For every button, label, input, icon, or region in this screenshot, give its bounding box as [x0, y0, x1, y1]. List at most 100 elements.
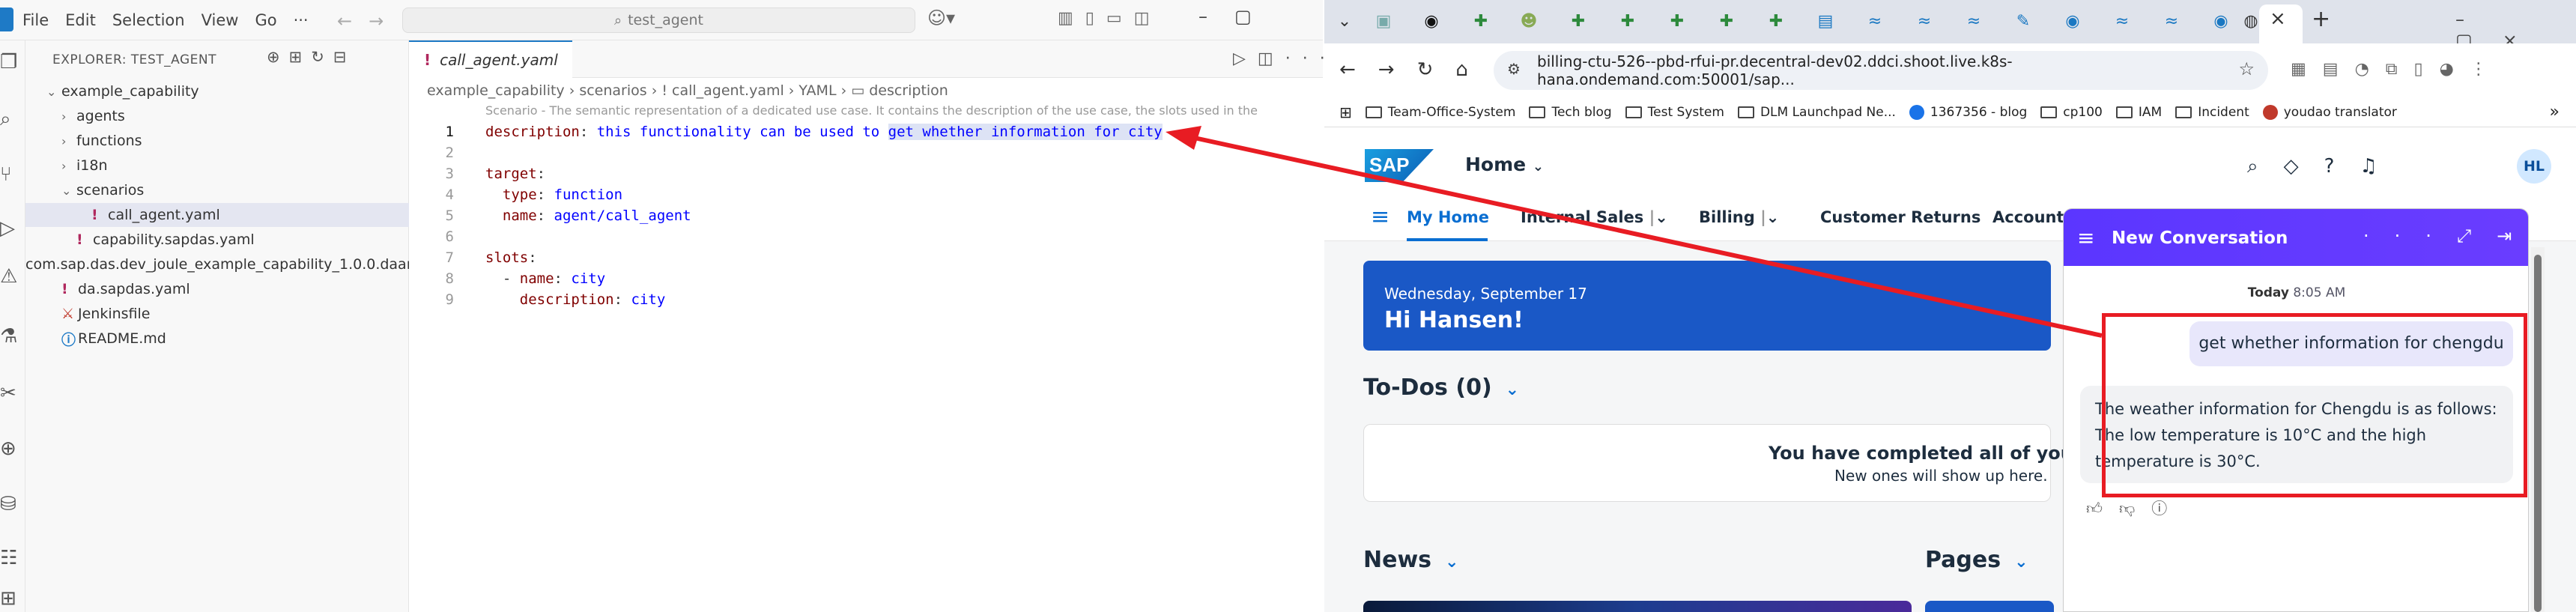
help-icon[interactable]: ? [2324, 155, 2360, 178]
news-image[interactable] [1363, 601, 1912, 612]
tab-sap-icon[interactable]: ≈ [2109, 9, 2135, 34]
address-bar[interactable]: ⚙ billing-ctu-526--pbd-rfui-pr.decentral… [1494, 51, 2268, 90]
tree-item[interactable]: ⚔ Jenkinsfile [25, 302, 409, 326]
search-view-icon[interactable]: ⌕ [0, 108, 22, 130]
back-icon[interactable]: ← [1339, 58, 1378, 81]
chevron-down-icon[interactable]: ⌄ [1506, 381, 1519, 399]
code-line-9[interactable]: 9 description: city [409, 289, 1323, 310]
extensions-bar[interactable]: ▦▤◔⧉▯◕⋮ [2291, 60, 2503, 79]
tree-item[interactable]: ! da.sapdas.yaml [25, 277, 409, 301]
tab-plugin-icon[interactable]: ✚ [1468, 9, 1494, 34]
tab-sap-icon[interactable]: ✎ [2010, 9, 2036, 34]
code-line-7[interactable]: 7 slots: [409, 247, 1323, 268]
tab-sap-icon[interactable]: ≈ [2159, 9, 2184, 34]
bookmark-item[interactable]: youdao translator [2262, 104, 2397, 120]
tree-item[interactable]: ⌄ example_capability [25, 79, 409, 103]
refresh-icon[interactable]: ↻ [311, 48, 333, 66]
hierarchy-icon[interactable]: ☷ [0, 547, 22, 569]
collapse-all-icon[interactable]: ⊟ [333, 48, 356, 66]
chevron-down-icon[interactable]: ⌄ [1445, 553, 1458, 572]
bookmark-item[interactable]: 1367356 - blog [1909, 104, 2027, 120]
run-debug-icon[interactable]: ▷ [0, 217, 22, 240]
menu-file[interactable]: File [22, 11, 49, 29]
tab-sap-icon[interactable]: ≈ [1862, 9, 1888, 34]
home-menu[interactable]: Home ⌄ [1465, 154, 1544, 175]
user-avatar[interactable]: HL [2517, 149, 2551, 184]
tab-sap-icon[interactable]: ◉ [2060, 9, 2085, 34]
tree-item[interactable]: › functions [25, 129, 409, 153]
layout-controls[interactable]: ▥▯▭◫ [1058, 9, 1162, 28]
toggle-secondary-sidebar-icon[interactable]: ◫ [1134, 9, 1162, 28]
split-icon[interactable]: ▯ [2414, 60, 2440, 79]
tree-item[interactable]: ⓘ README.md [25, 327, 409, 351]
hamburger-menu-icon[interactable]: ≡ [1371, 204, 1389, 230]
menu-view[interactable]: View [201, 11, 239, 29]
nav-billing[interactable]: Billing |⌄ [1699, 208, 1779, 226]
extension-icon[interactable]: ▦ [2291, 60, 2323, 79]
tab-plugin-icon[interactable]: ✚ [1763, 9, 1789, 34]
tree-item[interactable]: › agents [25, 104, 409, 128]
bookmark-item[interactable]: DLM Launchpad Ne... [1737, 105, 1896, 120]
feedback-actions[interactable]: 👍︎👎︎ⓘ [2086, 497, 2183, 519]
code-line-1[interactable]: 1 description: this functionality can be … [409, 121, 1323, 142]
extension-icon[interactable]: ◔ [2355, 60, 2386, 79]
command-center-search[interactable]: ⌕ test_agent [402, 7, 915, 33]
nav-accounts[interactable]: Accounts [1992, 208, 2073, 226]
split-editor-icon[interactable]: ◫ [1258, 49, 1285, 68]
tools-icon[interactable]: ✂ [0, 382, 22, 405]
code-line-2[interactable]: 2 [409, 142, 1323, 163]
tab-plugin-icon[interactable]: ✚ [1566, 9, 1591, 34]
editor-tab-call-agent[interactable]: ! call_agent.yaml × [409, 40, 584, 78]
toggle-sidebar-icon[interactable]: ▯ [1085, 9, 1106, 28]
close-tab-icon[interactable]: × [2270, 7, 2286, 30]
new-tab-icon[interactable]: + [2312, 6, 2330, 32]
chat-menu-icon[interactable]: ≡ [2077, 225, 2094, 250]
menu-edit[interactable]: Edit [65, 11, 96, 29]
search-icon[interactable]: ⌕ [2247, 155, 2284, 178]
nav-customer-returns[interactable]: Customer Returns [1820, 208, 1981, 226]
extensions-icon[interactable]: ⊞ [0, 587, 22, 610]
forward-icon[interactable]: → [1378, 58, 1417, 81]
tab-plugin-icon[interactable]: ✚ [1714, 9, 1739, 34]
new-file-icon[interactable]: ⊕ [267, 48, 289, 66]
more-options-icon[interactable]: ··· [2363, 225, 2457, 246]
minimize-icon[interactable]: – [2455, 9, 2494, 30]
bookmark-item[interactable]: Test System [1625, 105, 1724, 120]
menu-more[interactable]: ··· [294, 11, 309, 29]
page-scrollbar[interactable] [2531, 247, 2545, 612]
menu-selection[interactable]: Selection [112, 11, 185, 29]
code-line-8[interactable]: 8 - name: city [409, 268, 1323, 289]
menu-go[interactable]: Go [255, 11, 276, 29]
history-nav[interactable]: ←→ [337, 10, 400, 31]
tab-search-icon[interactable]: ⌄ [1332, 9, 1357, 34]
tree-item[interactable]: › i18n [25, 154, 409, 178]
bookmark-star-icon[interactable]: ☆ [2238, 58, 2255, 79]
bookmark-item[interactable]: IAM [2115, 105, 2162, 120]
copilot-icon[interactable]: ☺▾ [927, 7, 955, 28]
tree-item[interactable]: com.sap.das.dev_joule_example_capability… [25, 252, 413, 276]
tab-favicon[interactable]: ▣ [1371, 9, 1396, 34]
source-control-icon[interactable]: ⑂ [0, 163, 22, 186]
tree-item[interactable]: ! call_agent.yaml [25, 203, 409, 227]
bookmark-item[interactable]: Tech blog [1529, 105, 1612, 120]
bookmark-item[interactable]: Team-Office-System [1365, 105, 1515, 120]
new-folder-icon[interactable]: ⊞ [289, 48, 312, 66]
extensions-puzzle-icon[interactable]: ⧉ [2386, 60, 2414, 79]
browser-nav[interactable]: ←→↻⌂ [1339, 58, 1491, 81]
minimize-icon[interactable]: – [1198, 6, 1234, 27]
tab-avatar-icon[interactable]: ☻ [1516, 9, 1542, 34]
menu-dots-icon[interactable]: ⋮ [2470, 60, 2503, 79]
tab-github-icon[interactable]: ◉ [1419, 9, 1444, 34]
tree-item[interactable]: ⌄ scenarios [25, 178, 409, 202]
code-line-5[interactable]: 5 name: agent/call_agent [409, 205, 1323, 226]
tab-plugin-icon[interactable]: ✚ [1664, 9, 1690, 34]
tab-sap-icon[interactable]: ▤ [1813, 9, 1838, 34]
home-icon[interactable]: ⌂ [1455, 58, 1491, 81]
shell-actions[interactable]: ⌕◇?♫ [2247, 155, 2403, 178]
bookmarks-overflow[interactable]: » [2550, 103, 2560, 121]
warning-icon[interactable]: ⚠ [0, 265, 22, 288]
joule-diamond-icon[interactable]: ◇ [2284, 155, 2324, 178]
expand-icon[interactable]: ⤢ [2457, 225, 2497, 246]
tree-item[interactable]: ! capability.sapdas.yaml [25, 228, 409, 252]
scrollbar-thumb[interactable] [2534, 255, 2542, 612]
